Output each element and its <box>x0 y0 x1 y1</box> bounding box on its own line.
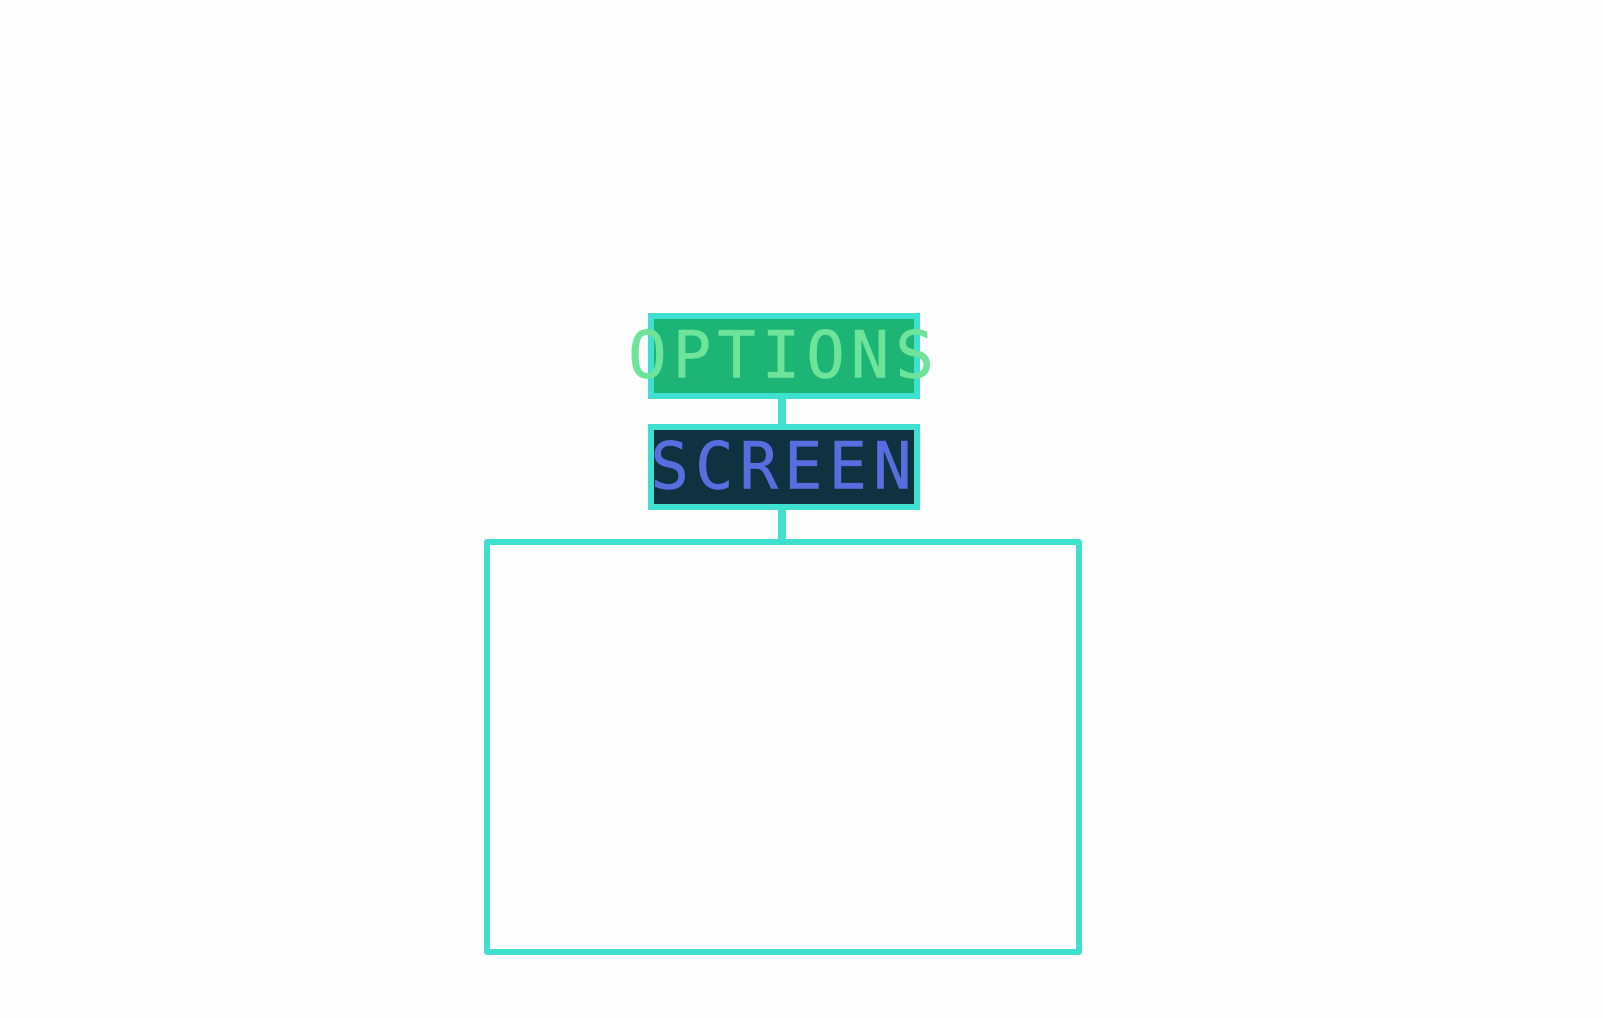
options-menu-button[interactable]: OPTIONS <box>628 313 934 399</box>
screen-menu-button[interactable]: SCREEN <box>648 424 920 510</box>
options-label: OPTIONS <box>628 318 940 394</box>
connector-line-options-screen <box>778 399 786 424</box>
screen-submenu-panel <box>484 539 1082 955</box>
screen-label: SCREEN <box>650 429 918 505</box>
connector-line-screen-panel <box>778 510 786 542</box>
